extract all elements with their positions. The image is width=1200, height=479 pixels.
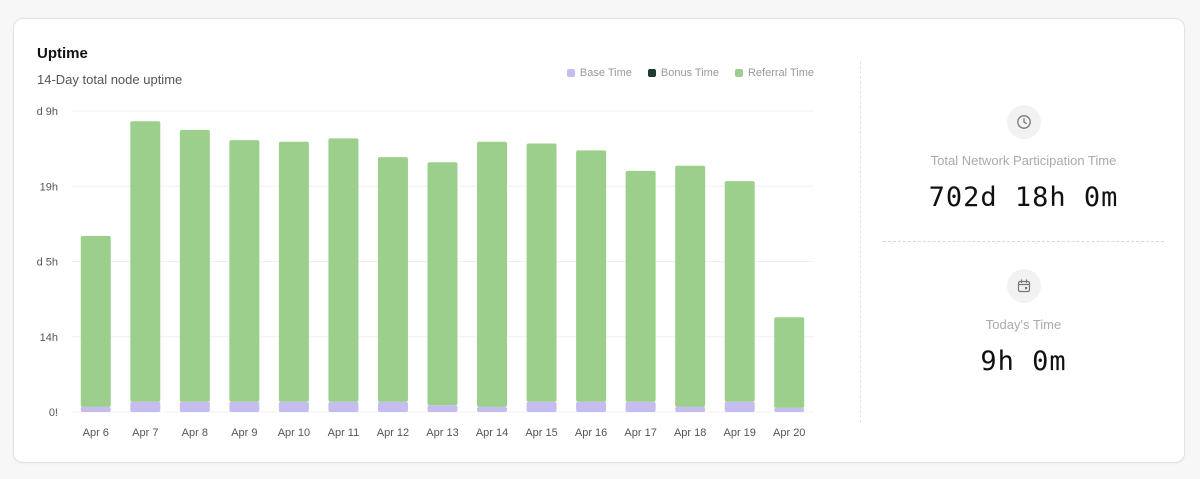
- bar-base-time[interactable]: [675, 406, 706, 412]
- x-tick-label: Apr 19: [723, 427, 755, 439]
- stat-divider: [883, 241, 1164, 242]
- uptime-bar-chart: 0! 14h d 5h 19h d 9h Apr 6 Apr 7 Apr 8 Apr 9 Apr …: [37, 106, 814, 439]
- bar-base-time[interactable]: [427, 405, 458, 412]
- x-tick-label: Apr 17: [624, 427, 656, 439]
- x-tick-label: Apr 8: [182, 427, 208, 439]
- y-tick-label: 14h: [40, 332, 58, 344]
- y-tick-label: d 5h: [37, 257, 58, 269]
- x-tick-label: Apr 13: [426, 427, 458, 439]
- bar-base-time[interactable]: [328, 401, 359, 412]
- calendar-icon: [1006, 269, 1041, 303]
- total-participation-label: Total Network Participation Time: [930, 153, 1117, 168]
- x-tick-label: Apr 7: [132, 427, 158, 439]
- bar-referral-time[interactable]: [625, 170, 656, 402]
- uptime-card: Uptime 14-Day total node uptime Base Tim…: [13, 18, 1185, 463]
- total-participation-value: 702d 18h 0m: [928, 182, 1119, 213]
- y-tick-label: 0!: [49, 407, 58, 419]
- bar-referral-time[interactable]: [576, 150, 607, 402]
- bar-base-time[interactable]: [179, 401, 210, 412]
- x-tick-label: Apr 10: [278, 427, 310, 439]
- bar-base-time[interactable]: [576, 401, 607, 412]
- bar-referral-time[interactable]: [130, 121, 161, 402]
- total-participation-stat: Total Network Participation Time 702d 18…: [883, 105, 1164, 213]
- y-tick-label: d 9h: [37, 106, 58, 118]
- x-tick-label: Apr 15: [525, 427, 557, 439]
- bar-base-time[interactable]: [130, 401, 161, 412]
- bar-base-time[interactable]: [724, 401, 755, 412]
- x-tick-label: Apr 18: [674, 427, 706, 439]
- bar-base-time[interactable]: [477, 406, 508, 412]
- today-time-value: 9h 0m: [980, 346, 1067, 377]
- section-divider: [860, 61, 861, 423]
- x-tick-label: Apr 20: [773, 427, 805, 439]
- bar-referral-time[interactable]: [229, 140, 260, 402]
- bar-referral-time[interactable]: [477, 141, 508, 407]
- y-tick-label: 19h: [40, 181, 58, 193]
- bar-referral-time[interactable]: [278, 141, 309, 402]
- bar-referral-time[interactable]: [80, 235, 111, 407]
- bar-base-time[interactable]: [229, 401, 260, 412]
- x-tick-label: Apr 16: [575, 427, 607, 439]
- clock-icon: [1006, 105, 1041, 139]
- x-tick-label: Apr 14: [476, 427, 508, 439]
- bar-referral-time[interactable]: [774, 317, 805, 408]
- bar-base-time[interactable]: [526, 401, 557, 412]
- bar-referral-time[interactable]: [427, 162, 458, 406]
- bar-referral-time[interactable]: [724, 181, 755, 402]
- today-time-stat: Today's Time 9h 0m: [883, 269, 1164, 377]
- x-tick-label: Apr 12: [377, 427, 409, 439]
- bar-base-time[interactable]: [80, 406, 111, 412]
- bar-referral-time[interactable]: [377, 157, 408, 402]
- bar-base-time[interactable]: [774, 407, 805, 412]
- x-tick-label: Apr 9: [231, 427, 257, 439]
- bar-referral-time[interactable]: [526, 143, 557, 402]
- bar-base-time[interactable]: [377, 401, 408, 412]
- bar-base-time[interactable]: [278, 401, 309, 412]
- bar-base-time[interactable]: [625, 401, 656, 412]
- x-tick-label: Apr 11: [328, 427, 360, 439]
- bar-referral-time[interactable]: [179, 129, 210, 402]
- bar-referral-time[interactable]: [328, 138, 359, 402]
- bar-referral-time[interactable]: [675, 165, 706, 407]
- x-tick-label: Apr 6: [83, 427, 109, 439]
- today-time-label: Today's Time: [985, 317, 1062, 332]
